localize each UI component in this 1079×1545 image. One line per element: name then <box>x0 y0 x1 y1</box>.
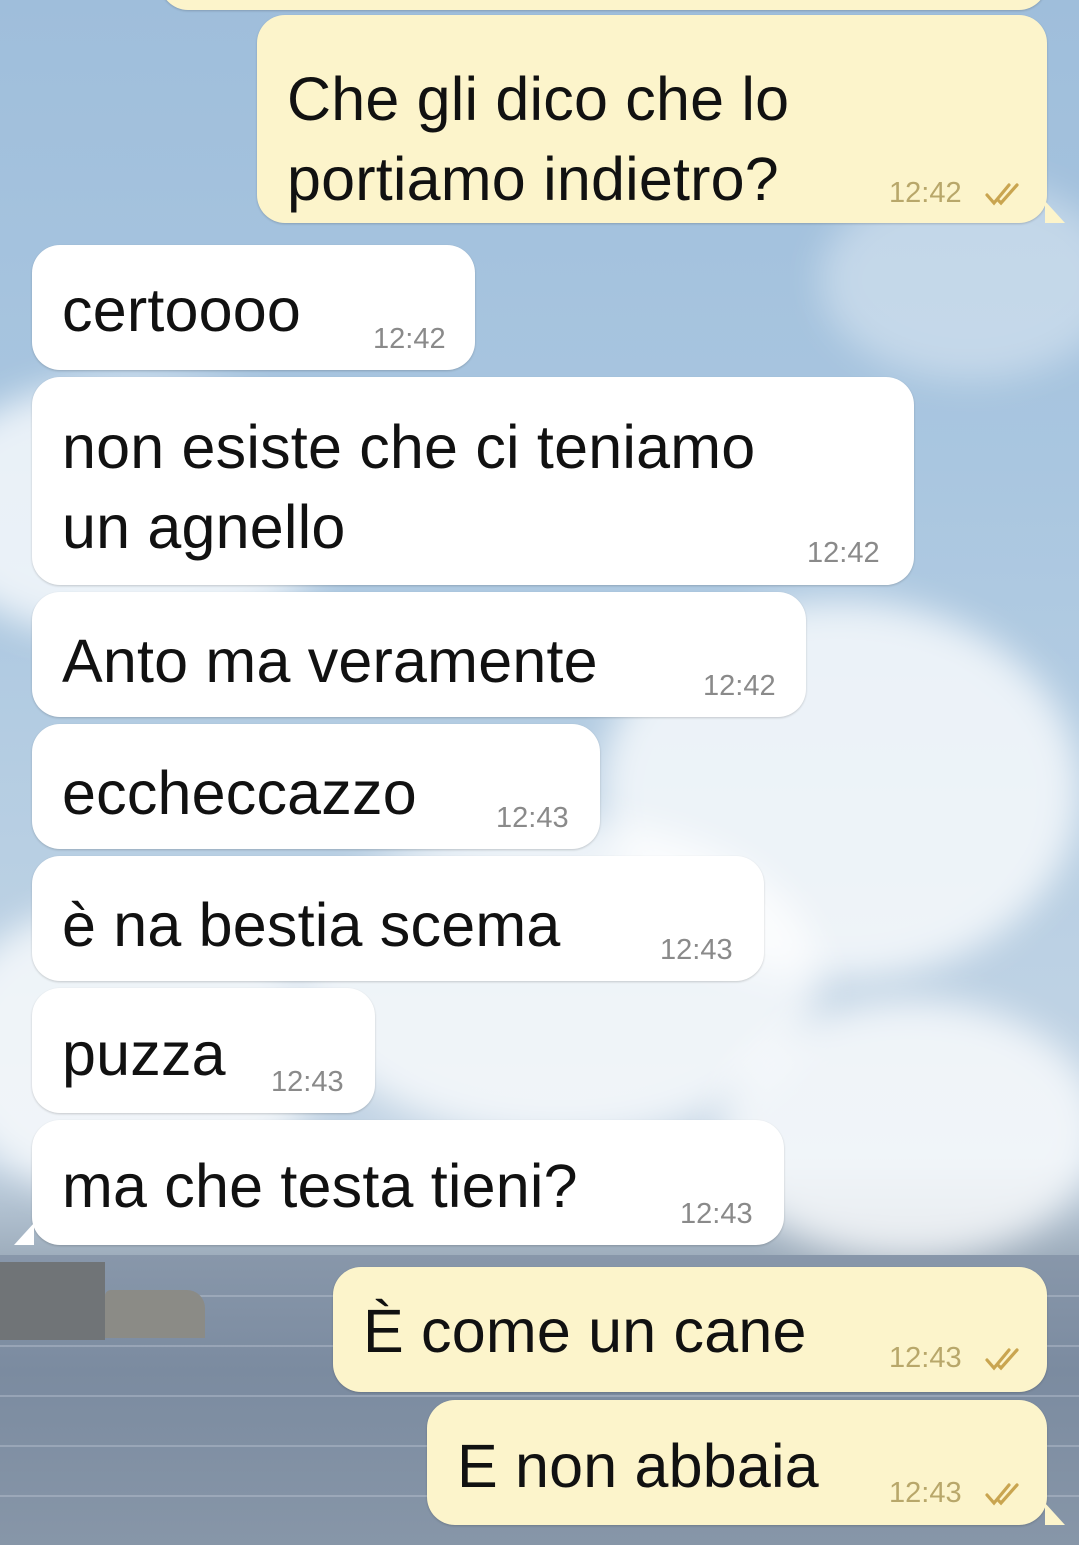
bubble-tail <box>1045 1503 1065 1525</box>
message-bubble-incoming[interactable]: Anto ma veramente 12:42 <box>32 592 806 717</box>
message-text: puzza <box>62 1020 226 1088</box>
message-time: 12:42 <box>373 323 446 355</box>
message-bubble-incoming[interactable]: ma che testa tieni? 12:43 <box>32 1120 784 1245</box>
read-ticks-icon <box>985 1483 1019 1506</box>
bubble-tail <box>1045 201 1065 223</box>
message-time: 12:43 <box>660 934 733 966</box>
message-time: 12:43 <box>680 1198 753 1230</box>
message-text: ma che testa tieni? <box>62 1152 578 1220</box>
message-text: Anto ma veramente <box>62 627 598 695</box>
message-bubble-incoming[interactable]: eccheccazzo 12:43 <box>32 724 600 849</box>
message-text: certoooo <box>62 276 301 344</box>
message-time: 12:43 <box>889 1477 962 1509</box>
bubble-tail <box>14 1223 34 1245</box>
message-bubble-incoming[interactable]: puzza 12:43 <box>32 988 375 1113</box>
message-bubble-incoming[interactable]: è na bestia scema 12:43 <box>32 856 764 981</box>
message-bubble-outgoing[interactable]: E non abbaia 12:43 <box>427 1400 1047 1525</box>
message-text: E non abbaia <box>457 1432 819 1500</box>
message-bubble-incoming[interactable]: certoooo 12:42 <box>32 245 475 370</box>
message-time: 12:42 <box>889 177 962 209</box>
message-time: 12:42 <box>807 537 880 569</box>
message-time: 12:43 <box>496 802 569 834</box>
message-text: Che gli dico che lo portiamo indietro? <box>287 65 790 213</box>
message-text: eccheccazzo <box>62 759 417 827</box>
message-text: non esiste che ci teniamo un agnello <box>62 413 756 561</box>
message-text: è na bestia scema <box>62 891 561 959</box>
message-bubble-outgoing[interactable]: È come un cane 12:43 <box>333 1267 1047 1392</box>
message-time: 12:42 <box>703 670 776 702</box>
read-ticks-icon <box>985 183 1019 206</box>
message-bubble-incoming[interactable]: non esiste che ci teniamo un agnello 12:… <box>32 377 914 585</box>
message-text: È come un cane <box>363 1297 807 1365</box>
read-ticks-icon <box>985 1348 1019 1371</box>
message-bubble-outgoing[interactable]: Che gli dico che lo portiamo indietro? 1… <box>257 15 1047 223</box>
message-bubble-outgoing-partial <box>160 0 1047 10</box>
message-time: 12:43 <box>271 1066 344 1098</box>
message-time: 12:43 <box>889 1342 962 1374</box>
